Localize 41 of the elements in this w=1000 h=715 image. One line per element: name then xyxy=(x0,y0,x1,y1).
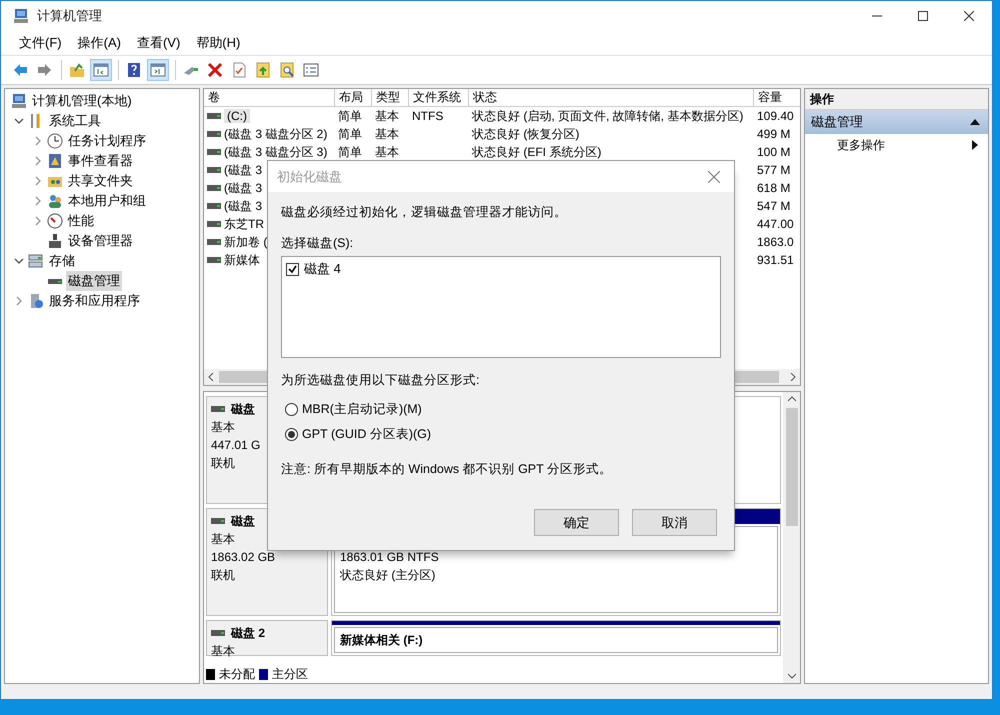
select-disk-label: 选择磁盘(S): xyxy=(281,235,354,252)
table-cell: 547 M xyxy=(757,199,790,213)
legend-label: 主分区 xyxy=(272,666,308,682)
table-cell: 基本 xyxy=(375,144,399,160)
partition-detail: 状态良好 (主分区) xyxy=(340,567,436,584)
table-cell: 100 M xyxy=(757,145,790,159)
disk-detail: 基本 xyxy=(211,643,235,659)
disk-detail: 联机 xyxy=(211,567,235,583)
table-cell: 447.00 xyxy=(757,217,794,231)
disk-detail: 基本 xyxy=(211,531,235,547)
table-cell: 931.51 xyxy=(757,253,794,267)
dialog-title: 初始化磁盘 xyxy=(277,168,342,186)
table-cell: 简单 xyxy=(338,108,362,124)
table-cell: 简单 xyxy=(338,126,362,142)
table-cell: 状态良好 (启动, 页面文件, 故障转储, 基本数据分区) xyxy=(472,108,744,124)
disk-detail: 1863.02 GB xyxy=(211,549,276,565)
dialog-message: 磁盘必须经过初始化，逻辑磁盘管理器才能访问。 xyxy=(281,204,567,221)
disk-detail: 联机 xyxy=(211,455,235,471)
table-cell: 1863.0 xyxy=(757,235,794,249)
window-title: 计算机管理 xyxy=(37,7,103,25)
table-cell: 109.40 xyxy=(757,109,794,123)
table-cell: 状态良好 (恢复分区) xyxy=(472,126,580,142)
partition-title: 新媒体相关 (F:) xyxy=(340,632,424,649)
legend-label: 未分配 xyxy=(219,666,255,682)
disk-name: 磁盘 xyxy=(231,401,255,417)
actions-header: 操作 xyxy=(805,89,988,110)
disk-name: 磁盘 xyxy=(231,513,255,529)
table-cell: 状态良好 (EFI 系统分区) xyxy=(472,144,602,160)
table-cell: NTFS xyxy=(412,109,444,123)
table-cell: 499 M xyxy=(757,127,790,141)
disk-detail: 基本 xyxy=(211,419,235,435)
table-cell: 基本 xyxy=(375,126,399,142)
disk-detail: 447.01 G xyxy=(211,437,260,453)
table-cell: 618 M xyxy=(757,181,790,195)
table-cell: 基本 xyxy=(375,108,399,124)
table-cell: 577 M xyxy=(757,163,790,177)
partition-detail: 1863.01 GB NTFS xyxy=(340,549,440,566)
table-cell: 简单 xyxy=(338,144,362,160)
disk-name: 磁盘 2 xyxy=(231,625,266,641)
partition-style-label: 为所选磁盘使用以下磁盘分区形式: xyxy=(281,372,480,389)
dialog-note: 注意: 所有早期版本的 Windows 都不识别 GPT 分区形式。 xyxy=(281,461,612,478)
